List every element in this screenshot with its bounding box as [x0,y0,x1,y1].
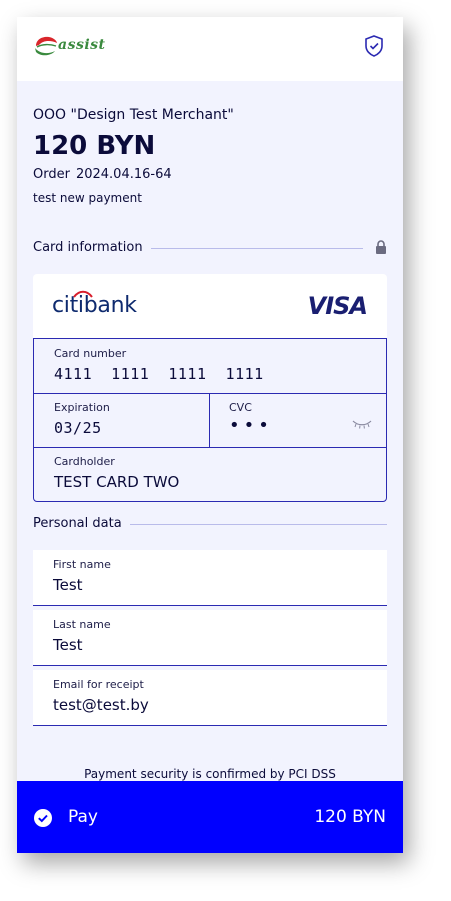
merchant-name: OOO "Design Test Merchant" [33,107,234,123]
expiration-input[interactable]: 03/25 [54,419,102,437]
bank-logo: citibank [52,293,137,318]
first-name-input[interactable]: Test [53,576,83,594]
pay-label: Pay [68,807,98,827]
payment-description: test new payment [33,191,142,205]
cardholder-label: Cardholder [54,455,115,468]
assist-logo: assist [33,33,113,61]
card-number-field[interactable]: Card number 4111 1111 1111 1111 [34,339,386,393]
first-name-label: First name [53,558,111,571]
card-form: citibank VISA Card number 4111 1111 1111… [33,274,387,502]
card-section-title: Card information [33,240,151,255]
first-name-field[interactable]: First name Test [33,550,387,606]
pay-amount: 120 BYN [314,807,386,827]
check-circle-icon [34,809,52,827]
bank-arc-icon [73,290,93,298]
header: assist [17,17,403,81]
personal-section-title: Personal data [33,516,130,531]
assist-logo-icon [35,36,57,56]
last-name-label: Last name [53,618,111,631]
card-fields: Card number 4111 1111 1111 1111 Expirati… [33,338,387,502]
payment-screen: assist OOO "Design Test Merchant" 120 BY… [17,17,403,853]
order-info: Order 2024.04.16-64 [33,167,178,182]
personal-section-header: Personal data [33,514,387,534]
shield-check-icon [365,35,383,57]
logo-text: assist [58,37,106,53]
payment-amount: 120 BYN [33,131,156,161]
cvc-input[interactable]: ••• [229,415,273,436]
card-number-input[interactable]: 4111 1111 1111 1111 [54,365,264,383]
cvc-field[interactable]: CVC ••• [209,393,386,447]
cardholder-field[interactable]: Cardholder TEST CARD TWO [34,447,386,501]
card-section-header: Card information [33,238,387,258]
cardholder-input[interactable]: TEST CARD TWO [54,473,179,491]
section-divider [129,524,387,525]
email-label: Email for receipt [53,678,144,691]
pay-button[interactable]: Pay 120 BYN [17,781,403,853]
section-divider [143,248,363,249]
visa-logo: VISA [307,292,368,320]
email-field[interactable]: Email for receipt test@test.by [33,670,387,726]
cvc-label: CVC [229,401,252,414]
last-name-field[interactable]: Last name Test [33,610,387,666]
lock-icon [376,240,386,254]
order-label: Order [33,167,70,182]
last-name-input[interactable]: Test [53,636,83,654]
security-note: Payment security is confirmed by PCI DSS [84,767,336,781]
card-number-label: Card number [54,347,127,360]
expiration-field[interactable]: Expiration 03/25 [34,393,209,447]
order-number: 2024.04.16-64 [75,167,172,182]
expiration-label: Expiration [54,401,110,414]
eye-closed-icon[interactable] [352,419,372,429]
email-input[interactable]: test@test.by [53,696,149,714]
